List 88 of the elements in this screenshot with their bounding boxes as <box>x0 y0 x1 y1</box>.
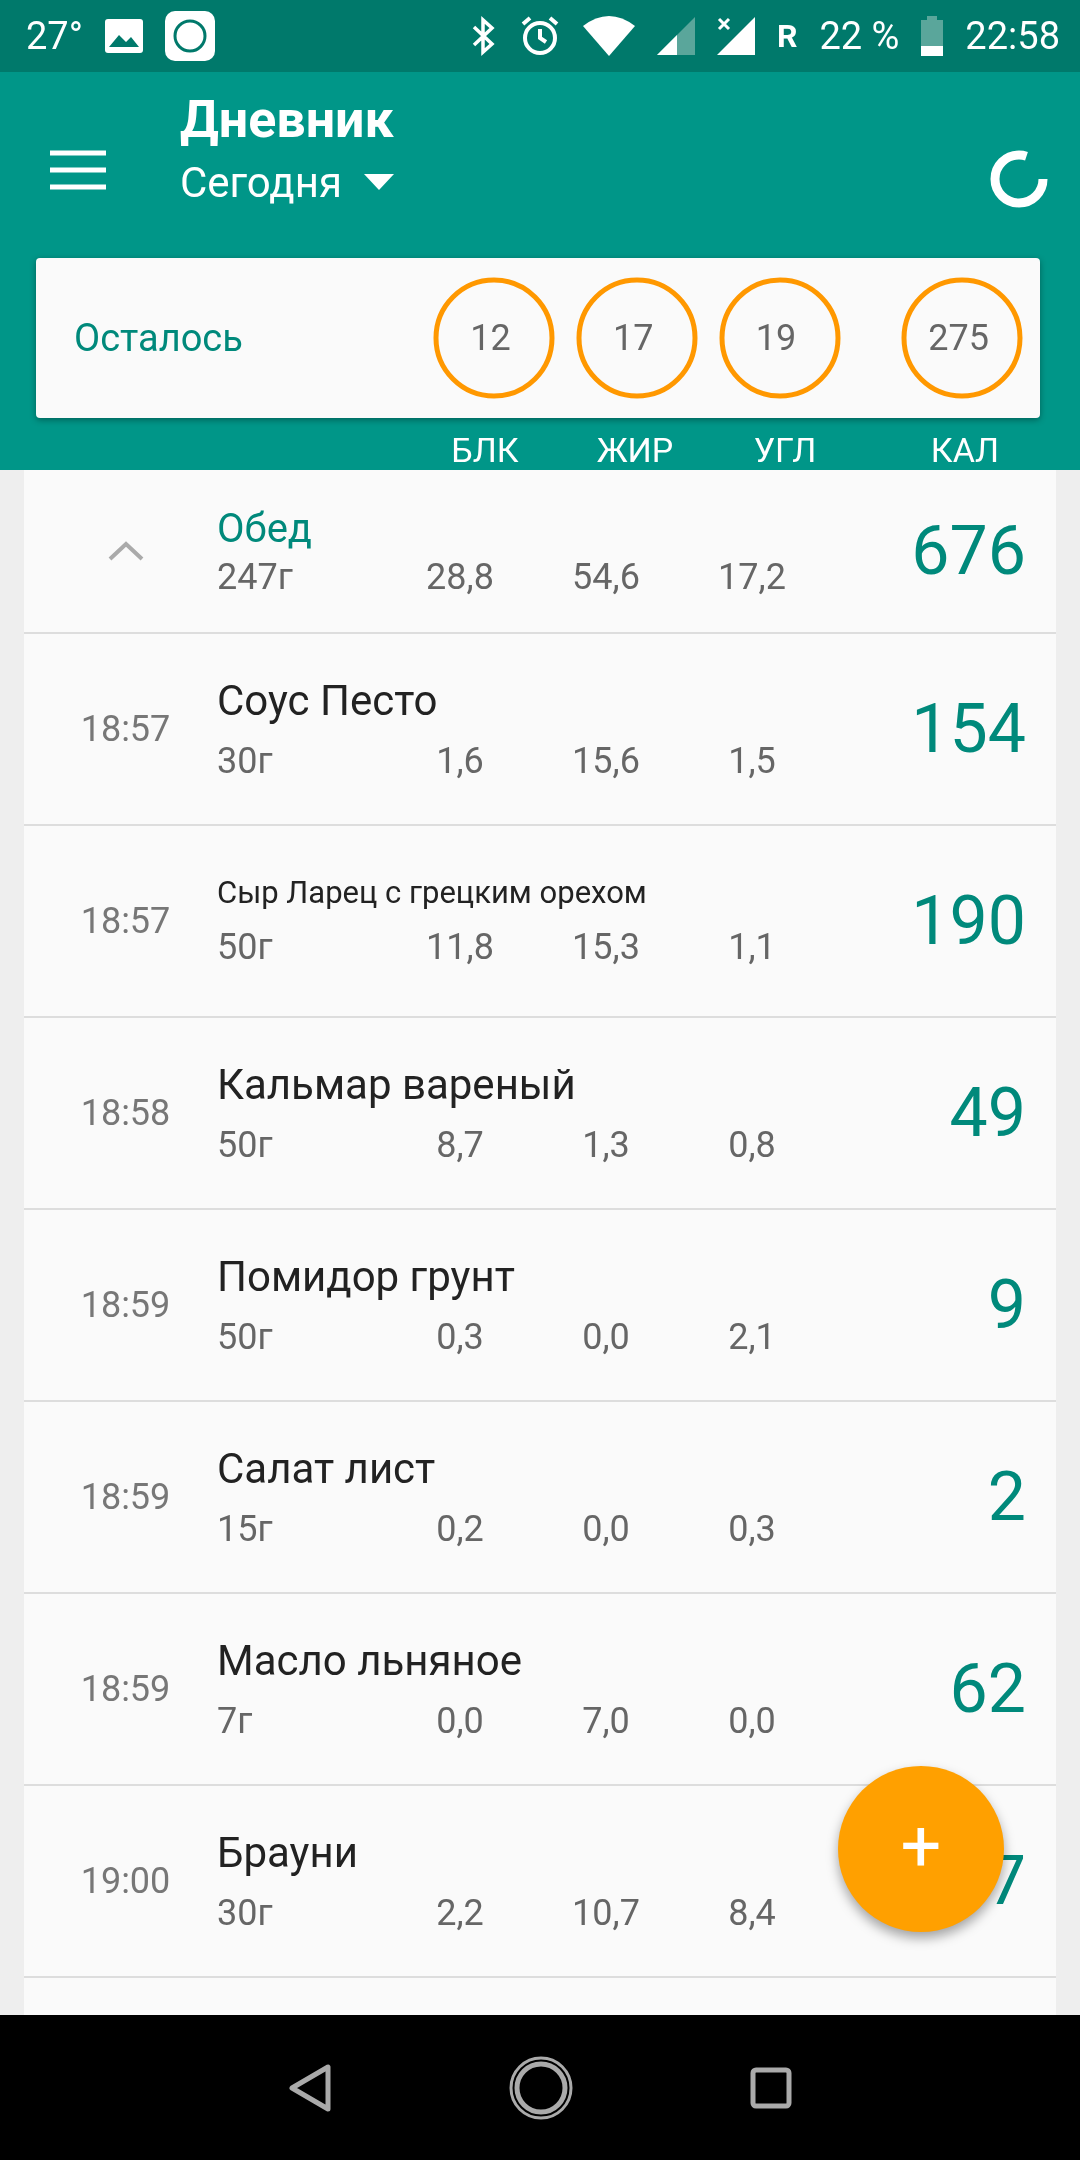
battery-icon <box>921 16 944 56</box>
carbs-value: 0,3 <box>727 1508 777 1551</box>
period-dropdown[interactable]: Сегодня <box>180 157 394 207</box>
nutrient-caption: УГЛ <box>752 430 818 470</box>
protein-value: 2,2 <box>435 1892 485 1935</box>
weight: 50г <box>217 1124 274 1167</box>
fat-value: 15,3 <box>571 925 641 968</box>
caret-icon <box>363 174 394 191</box>
entry-time: 18:57 <box>80 708 171 750</box>
food-name: Сыр Ларец с грецким орехом <box>217 874 647 912</box>
signal-icon <box>656 17 695 55</box>
protein-value: 1,6 <box>435 740 485 783</box>
food-name: Кальмар вареный <box>217 1059 576 1111</box>
fat-value: 54,6 <box>571 555 641 598</box>
temperature: 27° <box>26 14 83 58</box>
image-icon <box>104 19 143 53</box>
food-name: Помидор грунт <box>217 1251 515 1303</box>
signal-icon <box>716 17 755 55</box>
entry-time: 18:59 <box>80 1476 171 1518</box>
fat-value: 0,0 <box>581 1508 631 1551</box>
wifi-icon <box>582 16 635 56</box>
fat-value: 0,0 <box>581 1316 631 1359</box>
screen-title: Дневник <box>180 88 394 152</box>
protein-value: 28,8 <box>425 555 495 598</box>
fat-value: 7,0 <box>581 1700 631 1743</box>
ring-value: 12 <box>470 317 511 359</box>
weight: 247г <box>217 555 294 598</box>
sync-icon[interactable] <box>988 148 1050 210</box>
home-icon[interactable] <box>508 2054 574 2121</box>
nutrient-caption: БЛК <box>450 430 520 470</box>
entry-time: 18:59 <box>80 1284 171 1326</box>
food-entry[interactable]: 18:59 Помидор грунт 50г 0,3 0,0 2,1 9 <box>24 1210 1056 1402</box>
ring-value: 17 <box>612 317 654 359</box>
meal-header[interactable]: Обед 247г 28,8 54,6 17,2 676 <box>24 470 1056 634</box>
food-name: Брауни <box>217 1827 358 1879</box>
entry-calories: 62 <box>949 1649 1026 1729</box>
entry-calories: 49 <box>949 1073 1026 1153</box>
clock: 22:58 <box>965 14 1060 58</box>
carbs-value: 17,2 <box>717 555 787 598</box>
carbs-value: 8,4 <box>727 1892 777 1935</box>
food-entry[interactable]: 18:58 Кальмар вареный 50г 8,7 1,3 0,8 49 <box>24 1018 1056 1210</box>
roaming-indicator: R <box>776 17 798 55</box>
remaining-label: Осталось <box>74 316 244 360</box>
ring-value: 19 <box>755 317 797 359</box>
protein-value: 0,0 <box>435 1700 485 1743</box>
entry-time: 18:57 <box>80 900 171 942</box>
protein-value: 0,3 <box>435 1316 485 1359</box>
weight: 50г <box>217 925 274 968</box>
nutrient-caption: ЖИР <box>595 430 675 470</box>
carbs-value: 0,0 <box>727 1700 777 1743</box>
menu-icon[interactable] <box>50 150 106 190</box>
entry-calories: 190 <box>911 881 1026 961</box>
food-entry[interactable]: 18:57 Соус Песто 30г 1,6 15,6 1,5 154 <box>24 634 1056 826</box>
carbs-value: 2,1 <box>727 1316 777 1359</box>
weight: 30г <box>217 1892 274 1935</box>
weight: 15г <box>217 1508 274 1551</box>
food-name: Масло льняное <box>217 1635 522 1687</box>
carbs-value: 1,1 <box>727 925 777 968</box>
entry-time: 18:58 <box>80 1092 171 1134</box>
protein-value: 11,8 <box>425 925 495 968</box>
recents-icon[interactable] <box>750 2066 792 2109</box>
food-name: Соус Песто <box>217 675 438 727</box>
carbs-value: 1,5 <box>727 740 777 783</box>
entry-calories: 9 <box>987 1265 1026 1345</box>
food-entry[interactable]: 18:59 Салат лист 15г 0,2 0,0 0,3 2 <box>24 1402 1056 1594</box>
app-icon <box>164 11 215 61</box>
food-entry[interactable]: 18:57 Сыр Ларец с грецким орехом 50г 11,8 15,3 1,1 190 <box>24 826 1056 1018</box>
fat-value: 10,7 <box>571 1892 641 1935</box>
back-icon[interactable] <box>288 2062 332 2113</box>
weight: 7г <box>217 1700 254 1743</box>
entry-calories: 2 <box>987 1457 1026 1537</box>
carbs-value: 0,8 <box>727 1124 777 1167</box>
bluetooth-icon <box>470 16 497 56</box>
fat-value: 1,3 <box>581 1124 631 1167</box>
entry-calories: 154 <box>911 689 1026 769</box>
meal-name: Обед <box>217 504 312 552</box>
ring-value: 275 <box>928 317 989 359</box>
meal-calories: 676 <box>911 511 1026 591</box>
nutrient-caption: КАЛ <box>929 430 1001 470</box>
fat-value: 15,6 <box>571 740 641 783</box>
entry-time: 19:00 <box>80 1860 171 1902</box>
weight: 30г <box>217 740 274 783</box>
battery-percent: 22 % <box>819 14 900 58</box>
weight: 50г <box>217 1316 274 1359</box>
food-name: Салат лист <box>217 1443 436 1495</box>
entry-time: 18:59 <box>80 1668 171 1710</box>
protein-value: 0,2 <box>435 1508 485 1551</box>
protein-value: 8,7 <box>435 1124 485 1167</box>
